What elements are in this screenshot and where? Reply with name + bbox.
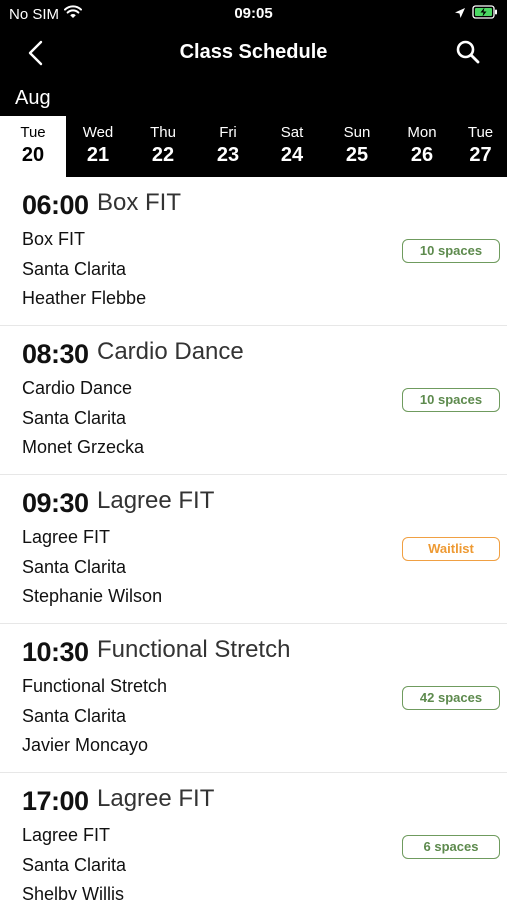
day-number: 20 <box>21 144 45 166</box>
day-name: Tue <box>467 124 494 141</box>
day-name: Wed <box>82 124 114 141</box>
day-sat-24[interactable]: Sat 24 <box>259 116 325 177</box>
class-type: Lagree FIT <box>22 527 111 547</box>
status-time: 09:05 <box>234 5 273 22</box>
day-name: Thu <box>150 124 176 141</box>
status-bar: No SIM 09:05 <box>0 0 507 28</box>
day-number: 25 <box>345 144 369 166</box>
class-name: Cardio Dance <box>97 338 244 365</box>
day-mon-26[interactable]: Mon 26 <box>389 116 455 177</box>
class-instructor: Shelby Willis <box>22 884 125 900</box>
class-name: Lagree FIT <box>97 487 215 514</box>
class-list-item[interactable]: 17:00 Lagree FIT Lagree FIT Santa Clarit… <box>0 773 507 900</box>
day-name: Tue <box>20 124 46 141</box>
class-instructor: Stephanie Wilson <box>22 586 163 606</box>
day-name: Sun <box>343 124 371 141</box>
class-list-item[interactable]: 09:30 Lagree FIT Lagree FIT Santa Clarit… <box>0 475 507 624</box>
class-type: Cardio Dance <box>22 378 133 398</box>
day-name: Mon <box>407 124 437 141</box>
class-instructor: Monet Grzecka <box>22 437 145 457</box>
day-number: 27 <box>469 144 492 166</box>
class-name: Box FIT <box>97 189 182 216</box>
day-tue-20[interactable]: Tue 20 <box>0 116 66 177</box>
search-icon <box>456 40 480 64</box>
class-list-item[interactable]: 08:30 Cardio Dance Cardio Dance Santa Cl… <box>0 326 507 475</box>
day-fri-23[interactable]: Fri 23 <box>195 116 261 177</box>
availability-badge[interactable]: 42 spaces <box>402 686 500 710</box>
day-name: Sat <box>280 124 304 141</box>
class-location: Santa Clarita <box>22 706 127 726</box>
app-screen: No SIM 09:05 Class Schedule Aug Tue 20 W… <box>0 0 507 900</box>
month-row: Aug <box>0 78 507 116</box>
day-number: 26 <box>410 144 434 166</box>
class-instructor: Javier Moncayo <box>22 735 149 755</box>
class-time: 09:30 <box>22 488 89 518</box>
month-label: Aug <box>15 87 51 109</box>
class-location: Santa Clarita <box>22 855 127 875</box>
class-type: Functional Stretch <box>22 676 168 696</box>
class-time: 08:30 <box>22 339 89 369</box>
day-tue-27[interactable]: Tue 27 <box>454 116 507 177</box>
class-list-item[interactable]: 06:00 Box FIT Box FIT Santa Clarita Heat… <box>0 177 507 326</box>
class-list-item[interactable]: 10:30 Functional Stretch Functional Stre… <box>0 624 507 773</box>
class-type: Lagree FIT <box>22 825 111 845</box>
search-button[interactable] <box>455 39 481 65</box>
battery-charging-icon <box>472 5 498 23</box>
status-right <box>454 5 498 23</box>
class-location: Santa Clarita <box>22 557 127 577</box>
waitlist-badge[interactable]: Waitlist <box>402 537 500 561</box>
day-name: Fri <box>219 124 237 141</box>
class-location: Santa Clarita <box>22 408 127 428</box>
class-type: Box FIT <box>22 229 86 249</box>
day-number: 24 <box>280 144 304 166</box>
day-sun-25[interactable]: Sun 25 <box>324 116 390 177</box>
availability-badge[interactable]: 10 spaces <box>402 388 500 412</box>
availability-badge[interactable]: 10 spaces <box>402 239 500 263</box>
page-title: Class Schedule <box>179 41 328 63</box>
location-arrow-icon <box>454 6 466 23</box>
day-number: 22 <box>151 144 175 166</box>
date-strip[interactable]: Tue 20 Wed 21 Thu 22 Fri 23 Sat 24 Sun 2… <box>0 116 507 177</box>
class-name: Lagree FIT <box>97 785 215 812</box>
class-name: Functional Stretch <box>97 636 291 663</box>
day-number: 21 <box>86 144 110 166</box>
class-instructor: Heather Flebbe <box>22 288 147 308</box>
day-number: 23 <box>216 144 240 166</box>
availability-badge[interactable]: 6 spaces <box>402 835 500 859</box>
class-location: Santa Clarita <box>22 259 127 279</box>
day-wed-21[interactable]: Wed 21 <box>65 116 131 177</box>
day-thu-22[interactable]: Thu 22 <box>130 116 196 177</box>
class-time: 06:00 <box>22 190 89 220</box>
class-time: 17:00 <box>22 786 89 816</box>
class-time: 10:30 <box>22 637 89 667</box>
nav-bar: Class Schedule <box>0 28 507 78</box>
class-list: 06:00 Box FIT Box FIT Santa Clarita Heat… <box>0 177 507 900</box>
